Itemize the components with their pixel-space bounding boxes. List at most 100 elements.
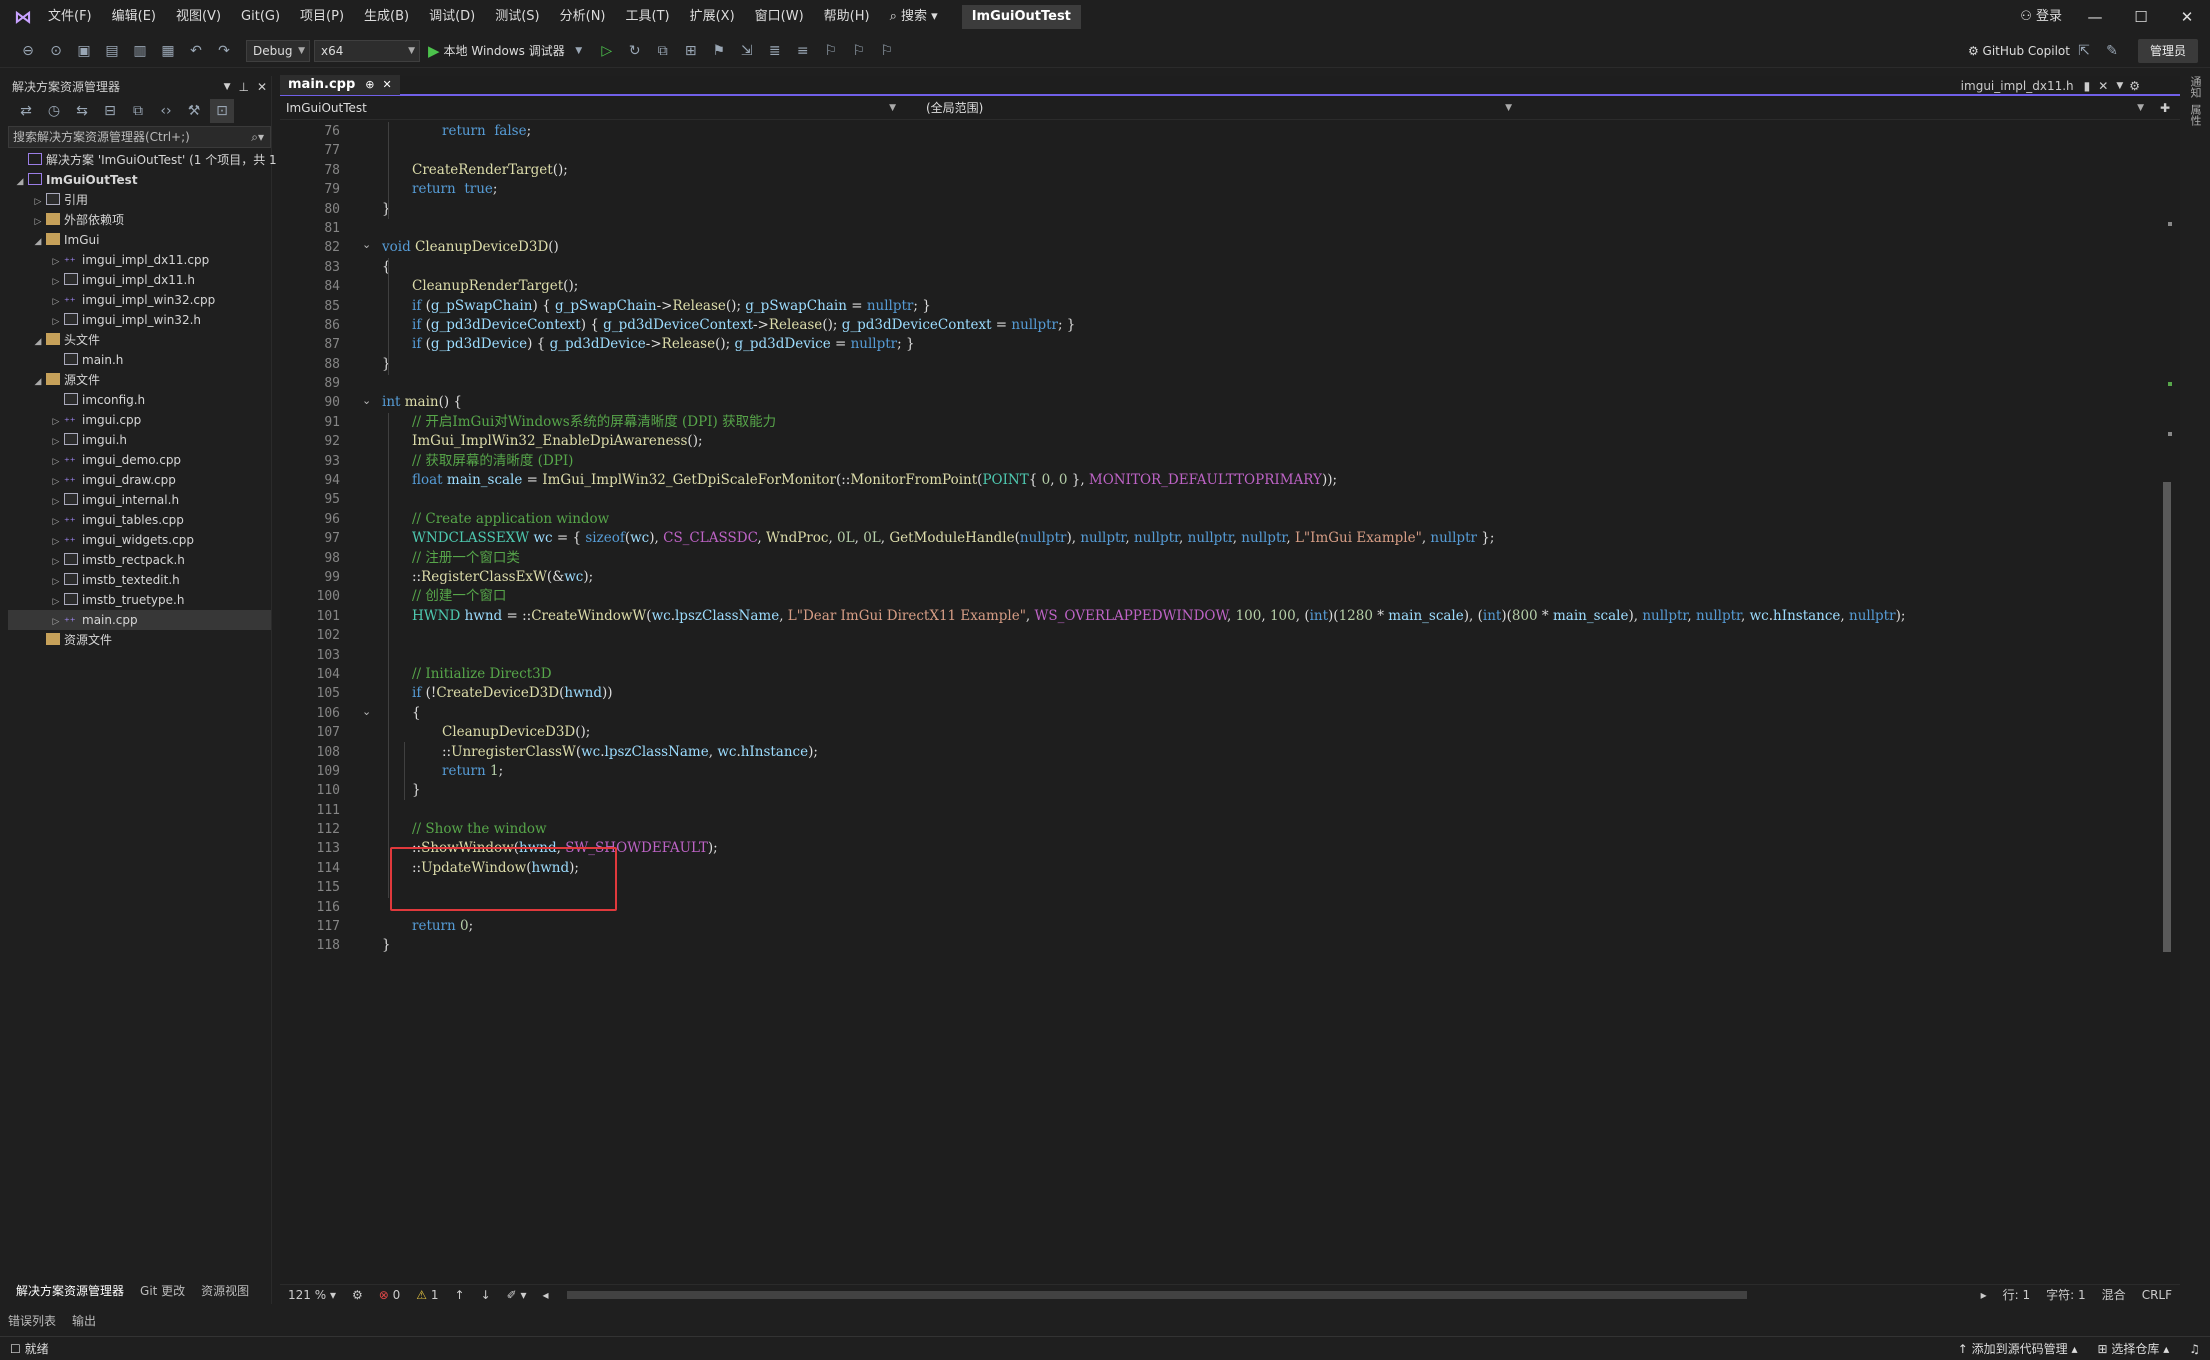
fold-toggle-icon[interactable]: ⌄ (362, 394, 371, 407)
open-icon[interactable]: ▤ (100, 39, 124, 63)
expand-toggle-icon[interactable]: ▷ (32, 212, 44, 232)
code-icon[interactable]: ‹› (154, 99, 178, 123)
select-repo-button[interactable]: ⊞ 选择仓库 ▴ (2088, 1337, 2180, 1360)
properties-tab[interactable]: 属性 (2187, 104, 2203, 126)
fold-toggle-icon[interactable]: ⌄ (362, 705, 371, 718)
line-indicator[interactable]: 行: 1 (1995, 1285, 2039, 1305)
configuration-select[interactable]: Debug ▼ (246, 39, 310, 62)
tree-item[interactable]: ▷ imgui.h (8, 430, 271, 450)
visual-studio-logo-icon[interactable]: ⋈ (8, 0, 38, 34)
forward-icon[interactable]: ⊙ (44, 39, 68, 63)
tree-item[interactable]: ▷ ⁺⁺ imgui_tables.cpp (8, 510, 271, 530)
menu-item[interactable]: 工具(T) (616, 0, 680, 34)
tree-item[interactable]: ▷ imgui_impl_win32.h (8, 310, 271, 330)
tab-solution-explorer[interactable]: 解决方案资源管理器 (8, 1280, 132, 1302)
char-indicator[interactable]: 字符: 1 (2038, 1285, 2094, 1305)
uncomment-icon[interactable]: ≡ (791, 39, 815, 63)
tree-item[interactable]: ▷ 外部依赖项 (8, 210, 271, 230)
tree-item[interactable]: ▷ ⁺⁺ main.cpp (8, 610, 271, 630)
save-all-icon[interactable]: ▦ (156, 39, 180, 63)
tree-item[interactable]: ▷ 引用 (8, 190, 271, 210)
errors-indicator[interactable]: ⊗ 0 (371, 1285, 409, 1305)
line-ending-indicator[interactable]: CRLF (2134, 1285, 2180, 1305)
close-panel-icon[interactable]: ✕ (257, 76, 267, 98)
menu-item[interactable]: 测试(S) (485, 0, 549, 34)
expand-toggle-icon[interactable]: ◢ (14, 172, 26, 192)
menu-item[interactable]: 视图(V) (166, 0, 231, 34)
tab-imgui-impl-dx11-h[interactable]: imgui_impl_dx11.h ▮ ✕ ▼ ⚙ (1961, 76, 2140, 96)
global-scope-select[interactable]: (全局范围) ▼ (906, 97, 1518, 119)
save-icon[interactable]: ▥ (128, 39, 152, 63)
new-project-icon[interactable]: ▣ (72, 39, 96, 63)
code-area[interactable]: return false; CreateRenderTarget(); return… (382, 122, 2142, 1262)
close-tab-icon[interactable]: ✕ (383, 75, 392, 95)
menu-item[interactable]: 生成(B) (354, 0, 419, 34)
copilot-status-icon[interactable]: ⚙ (344, 1285, 371, 1305)
expand-toggle-icon[interactable]: ▷ (50, 292, 62, 312)
tab-list-icon[interactable]: ▼ (2116, 76, 2123, 96)
comment-icon[interactable]: ≣ (763, 39, 787, 63)
maximize-icon[interactable]: ☐ (2118, 8, 2164, 26)
expand-toggle-icon[interactable]: ▷ (32, 192, 44, 212)
github-copilot-button[interactable]: ⚙ GitHub Copilot (1968, 44, 2070, 58)
expand-toggle-icon[interactable]: ▷ (50, 312, 62, 332)
tab-git-changes[interactable]: Git 更改 (132, 1280, 193, 1302)
add-source-control-button[interactable]: ↑ 添加到源代码管理 ▴ (1948, 1337, 2088, 1360)
member-select[interactable]: ▼ (2120, 97, 2150, 119)
project-scope-select[interactable]: ImGuiOutTest ▼ (280, 97, 902, 119)
tree-item[interactable]: ▷ ⁺⁺ imgui_draw.cpp (8, 470, 271, 490)
tree-item[interactable]: 资源文件 (8, 630, 271, 650)
search-menu[interactable]: ⌕ 搜索 ▾ (880, 0, 948, 34)
next-issue-icon[interactable]: ↓ (473, 1285, 499, 1305)
layout-icon[interactable]: ⊞ (679, 39, 703, 63)
expand-toggle-icon[interactable]: ▷ (50, 472, 62, 492)
hot-reload-icon[interactable]: ⚑ (707, 39, 731, 63)
menu-item[interactable]: 扩展(X) (680, 0, 745, 34)
tab-error-list[interactable]: 错误列表 (0, 1310, 64, 1332)
menu-item[interactable]: 分析(N) (550, 0, 616, 34)
menu-item[interactable]: 窗口(W) (745, 0, 814, 34)
minimize-icon[interactable]: — (2072, 8, 2118, 26)
menu-item[interactable]: 调试(D) (419, 0, 485, 34)
notifications-tab[interactable]: 通知 (2187, 76, 2203, 98)
split-icon[interactable]: ✚ (2150, 101, 2180, 115)
pin-icon[interactable]: ▮ (2084, 76, 2091, 96)
tree-item[interactable]: ▷ ⁺⁺ imgui_impl_dx11.cpp (8, 250, 271, 270)
menu-item[interactable]: 帮助(H) (814, 0, 880, 34)
tree-item[interactable]: ◢ ImGuiOutTest (8, 170, 271, 190)
login-button[interactable]: ⚇ 登录 (2010, 0, 2072, 34)
tree-item[interactable]: ▷ ⁺⁺ imgui_widgets.cpp (8, 530, 271, 550)
tab-resource-view[interactable]: 资源视图 (193, 1280, 257, 1302)
share-icon[interactable]: ⇱ (2072, 39, 2096, 63)
next-bookmark-icon[interactable]: ⚐ (875, 39, 899, 63)
warnings-indicator[interactable]: ⚠ 1 (408, 1285, 446, 1305)
start-without-debugging-icon[interactable]: ▷ (595, 39, 619, 63)
pending-changes-icon[interactable]: ⇆ (70, 99, 94, 123)
attach-icon[interactable]: ⧉ (651, 39, 675, 63)
tree-item[interactable]: main.h (8, 350, 271, 370)
expand-toggle-icon[interactable]: ▷ (50, 272, 62, 292)
feedback-icon[interactable]: ✎ (2100, 39, 2124, 63)
scroll-left-icon[interactable]: ◂ (535, 1285, 557, 1305)
code-cleanup-icon[interactable]: ✐ ▾ (499, 1285, 535, 1305)
expand-toggle-icon[interactable]: ◢ (32, 232, 44, 252)
bookmark-icon[interactable]: ⚐ (819, 39, 843, 63)
history-icon[interactable]: ◷ (42, 99, 66, 123)
back-icon[interactable]: ⊖ (16, 39, 40, 63)
collapse-all-icon[interactable]: ⊟ (98, 99, 122, 123)
preview-icon[interactable]: ⊡ (210, 99, 234, 123)
vertical-scrollbar[interactable] (2160, 122, 2174, 1262)
sync-icon[interactable]: ⇄ (14, 99, 38, 123)
gear-icon[interactable]: ⚙ (2129, 76, 2140, 96)
previous-issue-icon[interactable]: ↑ (447, 1285, 473, 1305)
solution-search-input[interactable]: 搜索解决方案资源管理器(Ctrl+;) ⌕▾ (8, 126, 271, 148)
debugger-target-button[interactable]: 本地 Windows 调试器 (444, 42, 565, 59)
scroll-right-icon[interactable]: ▸ (1973, 1285, 1995, 1305)
menu-item[interactable]: 文件(F) (38, 0, 102, 34)
prev-bookmark-icon[interactable]: ⚐ (847, 39, 871, 63)
tree-item[interactable]: ▷ ⁺⁺ imgui_impl_win32.cpp (8, 290, 271, 310)
scrollbar-thumb[interactable] (2163, 482, 2171, 952)
notifications-bell-icon[interactable]: ♫ (2179, 1337, 2210, 1360)
tab-output[interactable]: 输出 (64, 1310, 104, 1332)
panel-menu-icon[interactable]: ▼ (224, 76, 231, 98)
